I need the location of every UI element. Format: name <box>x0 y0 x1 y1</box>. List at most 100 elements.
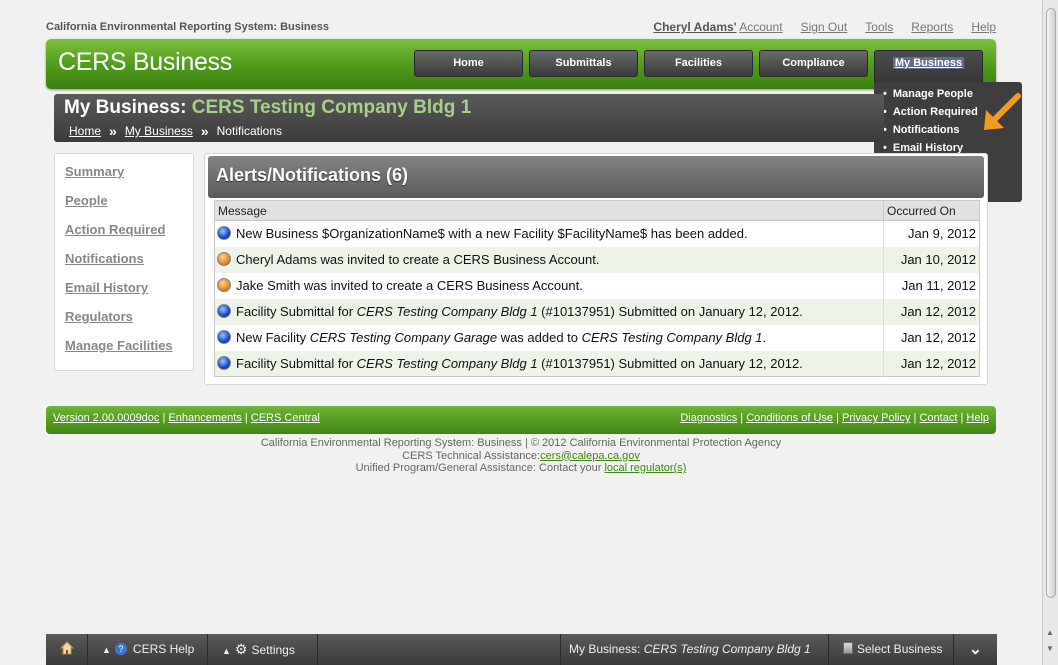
page-title-prefix: My Business: <box>64 97 187 118</box>
alerts-title: Alerts/Notifications (6) <box>216 165 409 185</box>
info-status-icon <box>217 226 231 241</box>
alert-message-text: Cheryl Adams was invited to create a CER… <box>236 252 600 267</box>
sidebar: Summary People Action Required Notificat… <box>54 153 194 371</box>
alerts-panel: Alerts/Notifications (6) Message Occurre… <box>204 153 988 385</box>
context-business-name: CERS Testing Company Bldg 1 <box>643 642 811 656</box>
select-business-button[interactable]: Select Business <box>829 634 954 665</box>
alert-row: Cheryl Adams was invited to create a CER… <box>214 246 980 273</box>
nav-compliance[interactable]: Compliance <box>759 50 868 77</box>
tech-assistance-line: CERS Technical Assistance:cers@calepa.ca… <box>46 450 996 463</box>
breadcrumb-my-business[interactable]: My Business <box>125 124 193 138</box>
page-title-bar: My Business: CERS Testing Company Bldg 1… <box>54 94 884 142</box>
home-button[interactable] <box>46 634 88 665</box>
alert-message-text: CERS Testing Company Garage <box>309 330 498 345</box>
alert-message-text: . <box>762 330 767 345</box>
scrollbar-thumb[interactable] <box>1046 8 1056 598</box>
support-email-link[interactable]: cers@calepa.ca.gov <box>540 450 640 462</box>
info-status-icon <box>217 304 231 318</box>
footer-right-links: Diagnostics | Conditions of Use | Privac… <box>680 412 989 424</box>
alerts-table: Message Occurred On New Business $Organi… <box>214 200 980 377</box>
breadcrumb-separator-icon: » <box>109 123 117 139</box>
invitation-status-icon <box>217 278 231 292</box>
nav-facilities[interactable]: Facilities <box>644 50 753 77</box>
alert-message-text: (#10137951) Submitted on January 12, 201… <box>537 355 803 371</box>
sidebar-item-email-history[interactable]: Email History <box>65 280 193 309</box>
version-link[interactable]: Version 2.00.0009doc <box>53 412 159 424</box>
sidebar-item-notifications[interactable]: Notifications <box>65 251 193 280</box>
sidebar-item-people[interactable]: People <box>65 193 193 222</box>
alert-message-cell: New Business $OrganizationName$ with a n… <box>215 221 884 247</box>
diagnostics-link[interactable]: Diagnostics <box>680 412 737 424</box>
tools-link[interactable]: Tools <box>865 20 893 34</box>
breadcrumb-separator-icon: » <box>200 123 209 139</box>
breadcrumb-home[interactable]: Home <box>69 124 101 138</box>
nav-home[interactable]: Home <box>414 50 523 77</box>
pointer-arrow-icon <box>984 93 1021 130</box>
alert-message-text: CERS Testing Company Bldg 1 <box>581 330 763 345</box>
alert-message-text: Facility Submittal for <box>236 355 357 371</box>
top-links: Cheryl Adams' Account Sign Out Tools Rep… <box>653 20 996 34</box>
sidebar-item-action-required[interactable]: Action Required <box>65 222 193 251</box>
collapse-button[interactable]: ⌄ <box>954 634 997 665</box>
alert-row: Facility Submittal for CERS Testing Comp… <box>214 350 980 377</box>
scroll-down-icon[interactable]: ▼ <box>1046 644 1054 653</box>
help-link[interactable]: Help <box>971 20 996 34</box>
reports-link[interactable]: Reports <box>911 20 953 34</box>
info-status-icon <box>217 330 231 344</box>
alert-message-cell: New Facility CERS Testing Company Garage… <box>215 325 884 351</box>
column-header-message[interactable]: Message <box>214 200 884 221</box>
scroll-up-icon[interactable]: ▲ <box>1046 628 1054 637</box>
breadcrumb: Home » My Business » Notifications <box>69 123 282 139</box>
conditions-of-use-link[interactable]: Conditions of Use <box>746 412 833 424</box>
sign-out-link[interactable]: Sign Out <box>801 20 848 34</box>
sidebar-item-regulators[interactable]: Regulators <box>65 309 193 338</box>
footer-text: California Environmental Reporting Syste… <box>46 437 996 475</box>
building-icon <box>843 642 853 654</box>
info-status-icon <box>217 355 231 370</box>
user-name[interactable]: Cheryl Adams' <box>653 20 736 34</box>
settings-label: Settings <box>251 643 295 657</box>
cers-help-label: CERS Help <box>132 642 195 656</box>
footer-help-link[interactable]: Help <box>966 412 989 424</box>
settings-button[interactable]: ▲ ⚙ Settings <box>208 634 318 665</box>
privacy-policy-link[interactable]: Privacy Policy <box>842 412 910 424</box>
alerts-panel-header: Alerts/Notifications (6) <box>208 156 984 198</box>
alert-row: Facility Submittal for CERS Testing Comp… <box>214 298 980 325</box>
alert-message-cell: Facility Submittal for CERS Testing Comp… <box>214 298 884 325</box>
cers-central-link[interactable]: CERS Central <box>251 412 320 424</box>
account-label[interactable]: Account <box>739 20 782 34</box>
alert-message-text: New Facility <box>236 330 310 345</box>
alert-message-cell: Facility Submittal for CERS Testing Comp… <box>214 350 884 377</box>
alert-row: Jake Smith was invited to create a CERS … <box>215 272 980 299</box>
enhancements-link[interactable]: Enhancements <box>168 412 241 424</box>
nav-submittals[interactable]: Submittals <box>529 50 638 77</box>
caret-up-icon: ▲ <box>102 645 111 655</box>
alert-message-text: CERS Testing Company Bldg 1 <box>356 304 538 319</box>
caret-up-icon: ▲ <box>222 646 231 656</box>
alert-message-text: Facility Submittal for <box>236 304 357 319</box>
business-name: CERS Testing Company Bldg 1 <box>191 97 472 118</box>
alert-date-cell: Jan 10, 2012 <box>883 246 980 273</box>
sidebar-item-manage-facilities[interactable]: Manage Facilities <box>65 338 193 367</box>
sidebar-item-summary[interactable]: Summary <box>65 164 193 193</box>
alert-message-text: (#10137951) Submitted on January 12, 201… <box>537 304 803 319</box>
header-bar: CERS Business Home Submittals Facilities… <box>46 39 996 93</box>
cers-help-button[interactable]: ▲? CERS Help <box>88 634 208 665</box>
tech-assistance-label: CERS Technical Assistance: <box>402 449 541 462</box>
current-business-context: My Business: CERS Testing Company Bldg 1 <box>560 634 829 665</box>
alert-message-text: CERS Testing Company Bldg 1 <box>356 355 538 371</box>
account-link[interactable]: Cheryl Adams' Account <box>653 20 782 34</box>
footer-bar: Version 2.00.0009doc | Enhancements | CE… <box>46 406 996 434</box>
general-assistance-label: Unified Program/General Assistance: Cont… <box>355 462 605 474</box>
vertical-scrollbar[interactable]: ▲ ▼ <box>1042 0 1058 665</box>
alert-date-cell: Jan 12, 2012 <box>883 298 980 325</box>
contact-link[interactable]: Contact <box>919 412 957 424</box>
nav-my-business-label: My Business <box>892 57 965 69</box>
bottom-toolbar: ▲? CERS Help ▲ ⚙ Settings My Business: CERS… <box>46 634 997 665</box>
alert-date-cell: Jan 9, 2012 <box>883 220 980 247</box>
local-regulator-link[interactable]: local regulator(s) <box>604 462 686 474</box>
column-header-occurred-on[interactable]: Occurred On <box>883 200 980 221</box>
logo[interactable]: CERS Business <box>58 48 232 77</box>
alert-message-text: New Business $OrganizationName$ with a n… <box>236 226 748 242</box>
double-chevron-down-icon: ⌄ <box>968 641 983 658</box>
